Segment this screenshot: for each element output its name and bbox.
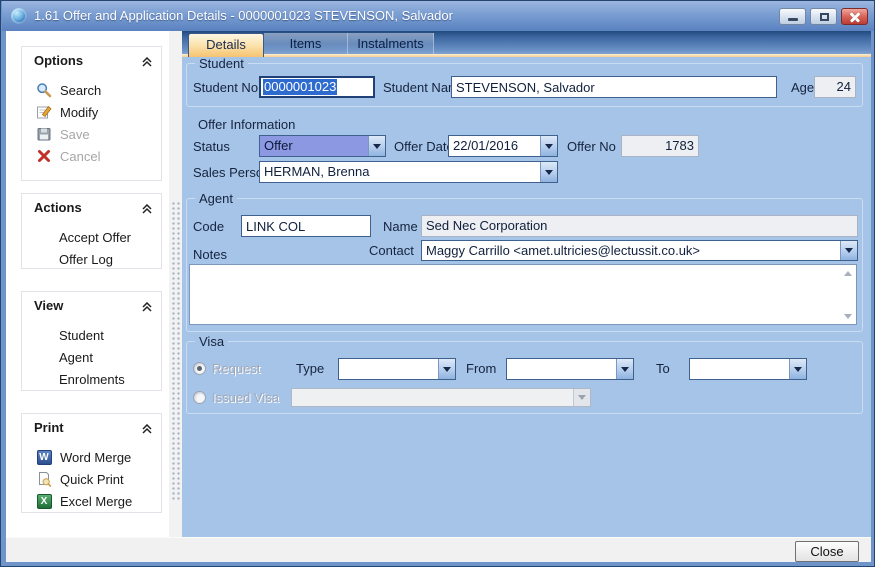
search-icon [36, 82, 52, 98]
chevron-down-icon[interactable] [540, 162, 557, 182]
sidebar-item-offer-log[interactable]: Offer Log [22, 248, 161, 270]
sidebar-item-modify[interactable]: Modify [22, 101, 161, 123]
visa-to-combo[interactable] [689, 358, 807, 380]
offer-no-label: Offer No [567, 139, 616, 154]
visa-type-combo[interactable] [338, 358, 456, 380]
excel-icon: X [36, 493, 52, 509]
offer-date-combo[interactable]: 22/01/2016 [448, 135, 558, 157]
chevron-down-icon[interactable] [616, 359, 633, 379]
modify-icon [36, 104, 52, 120]
collapse-chevron-icon[interactable] [142, 55, 152, 70]
actions-panel: Actions Accept Offer Offer Log [21, 193, 162, 269]
scroll-up-icon[interactable] [844, 271, 852, 276]
sidebar-item-excel-merge[interactable]: X Excel Merge [22, 490, 161, 512]
request-radio [193, 362, 206, 375]
main-panel: Details Items Instalments Student Studen… [182, 31, 871, 537]
status-label: Status [193, 139, 230, 154]
chevron-down-icon [573, 389, 590, 406]
chevron-down-icon[interactable] [789, 359, 806, 379]
maximize-button[interactable] [810, 8, 837, 25]
agent-code-input[interactable] [241, 215, 371, 237]
options-panel: Options Search Modify [21, 46, 162, 181]
issued-visa-radio [193, 391, 206, 404]
offer-no-field: 1783 [621, 135, 699, 157]
chevron-down-icon[interactable] [840, 241, 857, 260]
app-icon [11, 8, 27, 24]
tab-items[interactable]: Items [264, 33, 348, 55]
issued-visa-radio-label: Issued Visa [212, 390, 279, 405]
sidebar-item-save: Save [22, 123, 161, 145]
minimize-icon [788, 18, 798, 21]
agent-group-label: Agent [195, 191, 237, 206]
sidebar-item-accept-offer[interactable]: Accept Offer [22, 226, 161, 248]
word-icon: W [36, 449, 52, 465]
collapse-chevron-icon[interactable] [142, 422, 152, 437]
status-combo[interactable]: Offer [259, 135, 386, 157]
sidebar-item-enrolments[interactable]: Enrolments [22, 368, 161, 390]
chevron-down-icon[interactable] [540, 136, 557, 156]
sidebar-item-agent[interactable]: Agent [22, 346, 161, 368]
age-field: 24 [814, 76, 856, 98]
print-icon [36, 471, 52, 487]
title-bar[interactable]: 1.61 Offer and Application Details - 000… [2, 1, 875, 31]
agent-code-label: Code [193, 219, 224, 234]
minimize-button[interactable] [779, 8, 806, 25]
sidebar-item-search[interactable]: Search [22, 79, 161, 101]
view-panel-header[interactable]: View [22, 292, 161, 318]
sidebar-item-cancel: Cancel [22, 145, 161, 167]
visa-from-label: From [466, 361, 496, 376]
student-no-field[interactable]: 0000001023 [259, 76, 375, 98]
window-title: 1.61 Offer and Application Details - 000… [34, 8, 453, 23]
sidebar-item-student[interactable]: Student [22, 324, 161, 346]
scroll-down-icon[interactable] [844, 314, 852, 319]
print-panel: Print W Word Merge Quick Print X [21, 413, 162, 513]
footer-bar: Close [6, 537, 871, 562]
offer-date-label: Offer Date [394, 139, 454, 154]
view-panel: View Student Agent Enrolments [21, 291, 162, 391]
offer-information-label: Offer Information [198, 117, 295, 132]
sales-person-combo[interactable]: HERMAN, Brenna [259, 161, 558, 183]
age-label: Age [791, 80, 814, 95]
offer-application-window: 1.61 Offer and Application Details - 000… [0, 0, 875, 567]
splitter-grip [171, 201, 180, 501]
save-icon [36, 126, 52, 142]
student-group-label: Student [195, 56, 248, 71]
chevron-down-icon[interactable] [368, 136, 385, 156]
visa-from-combo[interactable] [506, 358, 634, 380]
tab-details[interactable]: Details [188, 33, 264, 57]
visa-group-label: Visa [195, 334, 228, 349]
sidebar: Options Search Modify [6, 31, 169, 537]
notes-textarea[interactable] [189, 264, 857, 325]
student-no-label: Student No [193, 80, 258, 95]
contact-combo[interactable]: Maggy Carrillo <amet.ultricies@lectussit… [421, 240, 858, 261]
actions-panel-header[interactable]: Actions [22, 194, 161, 220]
student-name-input[interactable] [451, 76, 777, 98]
chevron-down-icon[interactable] [438, 359, 455, 379]
sidebar-splitter[interactable] [169, 31, 182, 537]
options-panel-header[interactable]: Options [22, 47, 161, 73]
notes-label: Notes [193, 247, 227, 262]
agent-name-field: Sed Nec Corporation [421, 215, 858, 237]
tab-instalments[interactable]: Instalments [348, 33, 434, 55]
print-panel-header[interactable]: Print [22, 414, 161, 440]
tab-strip: Details Items Instalments [182, 31, 871, 57]
request-radio-label: Request [212, 361, 260, 376]
collapse-chevron-icon[interactable] [142, 300, 152, 315]
contact-label: Contact [369, 243, 414, 258]
issued-visa-combo [291, 388, 591, 407]
student-no-value: 0000001023 [263, 79, 337, 95]
sidebar-item-quick-print[interactable]: Quick Print [22, 468, 161, 490]
maximize-icon [820, 13, 829, 21]
agent-name-label: Name [383, 219, 418, 234]
close-window-button[interactable] [841, 8, 868, 25]
visa-type-label: Type [296, 361, 324, 376]
visa-to-label: To [656, 361, 670, 376]
sidebar-item-word-merge[interactable]: W Word Merge [22, 446, 161, 468]
close-button[interactable]: Close [795, 541, 859, 562]
collapse-chevron-icon[interactable] [142, 202, 152, 217]
cancel-icon [36, 148, 52, 164]
